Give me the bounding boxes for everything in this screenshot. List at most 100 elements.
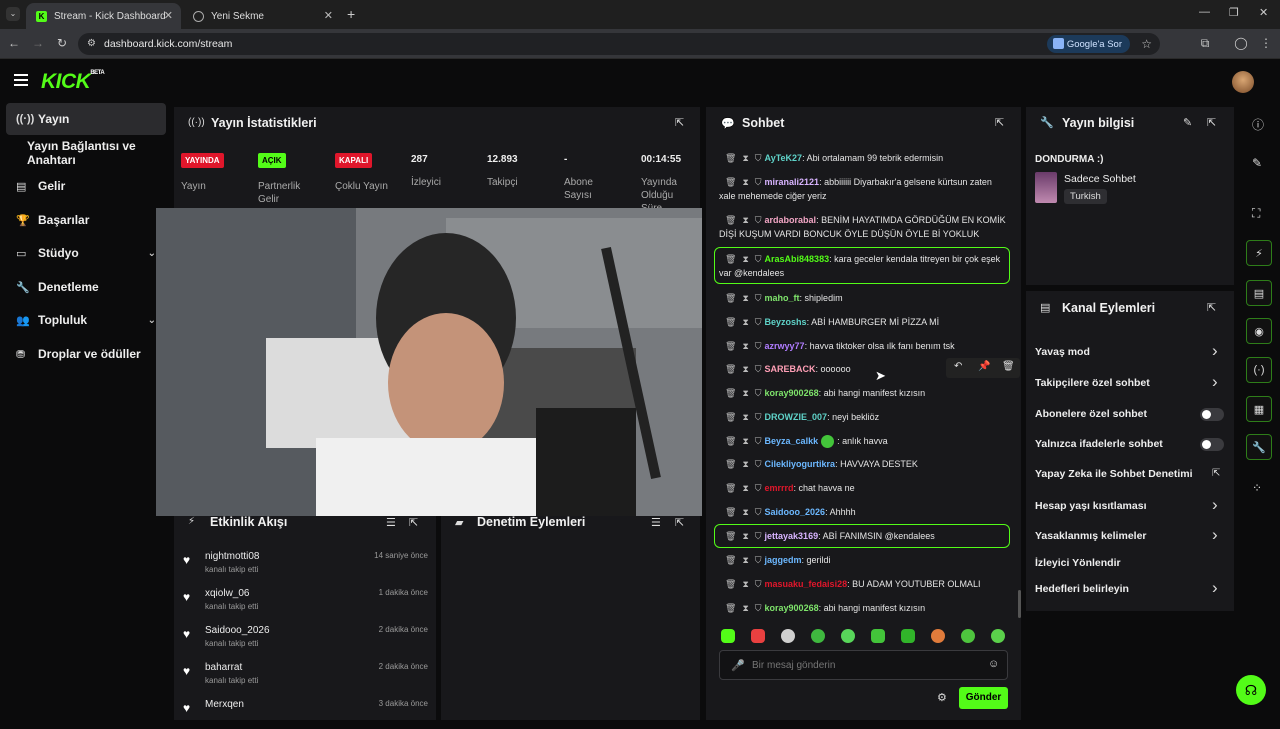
activity-username[interactable]: nightmotti08 (205, 551, 259, 562)
channel-action-label[interactable]: Hesap yaşı kısıtlaması (1035, 500, 1147, 512)
google-ask-button[interactable]: Google'a Sor (1046, 35, 1130, 53)
sidebar-item-gelir[interactable]: ▤ Gelir (6, 170, 166, 202)
ban-shield-icon[interactable]: ⛉ (755, 459, 762, 469)
timeout-icon[interactable]: ⧗ (742, 483, 748, 493)
chat-message[interactable]: 🗑 ⧗ ⛉ azrwyy77: havva tiktoker olsa ılk fan… (719, 339, 1009, 353)
emote-icon[interactable] (811, 629, 825, 643)
chat-username[interactable]: DROWZIE_007 (765, 412, 828, 422)
timeout-icon[interactable]: ⧗ (742, 254, 748, 264)
rail-broadcast-button[interactable]: (·) (1246, 357, 1272, 383)
channel-action-label[interactable]: Yapay Zeka ile Sohbet Denetimi (1035, 468, 1193, 480)
chat-username[interactable]: maho_ft (765, 293, 800, 303)
chat-message[interactable]: 🗑 ⧗ ⛉ maho_ft: shipledim (719, 291, 1009, 305)
info-icon[interactable]: ⓘ (1252, 116, 1264, 133)
delete-icon[interactable]: 🗑 (1002, 361, 1015, 372)
delete-message-icon[interactable]: 🗑 (725, 507, 736, 517)
popout-icon[interactable]: ⇱ (675, 516, 684, 529)
chat-username[interactable]: Beyzoshs (765, 317, 807, 327)
edit-pencil-icon[interactable]: ✎ (1252, 156, 1262, 170)
ban-shield-icon[interactable]: ⛉ (755, 293, 762, 303)
profile-icon[interactable]: ◯ (1233, 36, 1249, 50)
chat-message[interactable]: 🗑 ⧗ ⛉ koray900268: abi hangi manifest kızıs… (719, 386, 1009, 400)
chat-message-input[interactable] (752, 657, 972, 673)
address-bar[interactable]: ⚙ dashboard.kick.com/stream Google'a Sor… (78, 33, 1160, 55)
timeout-icon[interactable]: ⧗ (742, 293, 748, 303)
delete-message-icon[interactable]: 🗑 (725, 215, 736, 225)
timeout-icon[interactable]: ⧗ (742, 412, 748, 422)
rail-layout-button[interactable]: ▦ (1246, 396, 1272, 422)
support-headset-icon[interactable]: ☊ (1236, 675, 1266, 705)
ban-shield-icon[interactable]: ⛉ (755, 507, 762, 517)
chevron-right-icon[interactable]: › (1212, 342, 1218, 359)
forward-icon[interactable]: → (30, 36, 46, 50)
edit-pencil-icon[interactable]: ✎ (1183, 116, 1192, 129)
timeout-icon[interactable]: ⧗ (742, 317, 748, 327)
toggle-switch[interactable] (1200, 408, 1224, 421)
sidebar-item-basarilar[interactable]: 🏆 Başarılar (6, 204, 166, 236)
timeout-icon[interactable]: ⧗ (742, 436, 748, 446)
delete-message-icon[interactable]: 🗑 (725, 153, 736, 163)
chat-message[interactable]: 🗑 ⧗ ⛉ miranali2121: abbiiiiii Diyarbakır'a … (719, 175, 1009, 203)
timeout-icon[interactable]: ⧗ (742, 603, 748, 613)
activity-username[interactable]: Saidooo_2026 (205, 625, 270, 636)
timeout-icon[interactable]: ⧗ (742, 579, 748, 589)
rail-chat-button[interactable]: ◉ (1246, 318, 1272, 344)
delete-message-icon[interactable]: 🗑 (725, 293, 736, 303)
chat-username[interactable]: jaggedm (765, 555, 802, 565)
channel-action-label[interactable]: İzleyici Yönlendir (1035, 557, 1121, 569)
chat-username[interactable]: jettayak3169 (765, 531, 819, 541)
kick-logo[interactable]: KICKBETA (41, 70, 105, 94)
timeout-icon[interactable]: ⧗ (742, 507, 748, 517)
chevron-right-icon[interactable]: › (1212, 373, 1218, 390)
extensions-icon[interactable]: ⧉ (1197, 36, 1213, 51)
rail-wrench-button[interactable]: 🔧 (1246, 434, 1272, 460)
ban-shield-icon[interactable]: ⛉ (755, 177, 762, 187)
timeout-icon[interactable]: ⧗ (742, 341, 748, 351)
emote-icon[interactable] (991, 629, 1005, 643)
chat-username[interactable]: Beyza_calkk (765, 436, 819, 446)
chat-username[interactable]: azrwyy77 (765, 341, 805, 351)
emote-icon[interactable] (961, 629, 975, 643)
channel-action-label[interactable]: Yasaklanmış kelimeler (1035, 530, 1147, 542)
apps-icon[interactable]: ⁘ (1252, 481, 1262, 495)
chevron-right-icon[interactable]: › (1212, 496, 1218, 513)
chat-input-box[interactable]: 🎤 ☺ (719, 650, 1008, 680)
delete-message-icon[interactable]: 🗑 (725, 459, 736, 469)
ban-shield-icon[interactable]: ⛉ (755, 436, 762, 446)
emote-icon[interactable] (901, 629, 915, 643)
ban-shield-icon[interactable]: ⛉ (755, 579, 762, 589)
chat-username[interactable]: Cilekliyogurtikra (765, 459, 836, 469)
emote-icon[interactable] (931, 629, 945, 643)
hamburger-menu-icon[interactable] (14, 74, 28, 86)
delete-message-icon[interactable]: 🗑 (725, 531, 736, 541)
ban-shield-icon[interactable]: ⛉ (755, 388, 762, 398)
chat-message[interactable]: 🗑 ⧗ ⛉ Beyzoshs: ABİ HAMBURGER Mİ PİZZA Mİ (719, 315, 1009, 329)
new-tab-plus-icon[interactable]: + (347, 6, 355, 22)
sidebar-item-yayin[interactable]: ((·)) Yayın (6, 103, 166, 135)
site-info-icon[interactable]: ⚙ (87, 38, 96, 49)
delete-message-icon[interactable]: 🗑 (725, 555, 736, 565)
activity-username[interactable]: Merxqen (205, 699, 244, 710)
chat-message[interactable]: 🗑 ⧗ ⛉ jaggedm: gerildi (719, 553, 1009, 567)
chat-username[interactable]: AyTeK27 (765, 153, 803, 163)
timeout-icon[interactable]: ⧗ (742, 364, 748, 374)
channel-action-label[interactable]: Takipçilere özel sohbet (1035, 377, 1150, 389)
ban-shield-icon[interactable]: ⛉ (755, 483, 762, 493)
chat-settings-gear-icon[interactable]: ⚙ (937, 691, 947, 704)
popout-icon[interactable]: ⇱ (675, 116, 684, 129)
delete-message-icon[interactable]: 🗑 (725, 341, 736, 351)
ban-shield-icon[interactable]: ⛉ (755, 555, 762, 565)
tab-close-icon[interactable]: ✕ (324, 9, 333, 22)
emoji-picker-icon[interactable]: ☺ (988, 658, 999, 670)
ban-shield-icon[interactable]: ⛉ (755, 412, 762, 422)
chat-username[interactable]: masuaku_fedaisi28 (765, 579, 848, 589)
window-minimize-icon[interactable]: — (1199, 6, 1210, 18)
chat-username[interactable]: SAREBACK (765, 364, 816, 374)
ban-shield-icon[interactable]: ⛉ (755, 215, 762, 225)
chat-message[interactable]: 🗑 ⧗ ⛉ ardaborabal: BENİM HAYATIMDA GÖRDÜĞÜM… (719, 213, 1009, 241)
chat-message[interactable]: 🗑 ⧗ ⛉ AyTeK27: Abi ortalamam 99 tebrik eder… (719, 151, 1009, 165)
window-restore-icon[interactable]: ❐ (1229, 6, 1239, 19)
sidebar-item-topluluk[interactable]: 👥 Topluluk ⌄ (6, 304, 166, 336)
sidebar-item-droplar[interactable]: ⛃ Droplar ve ödüller (6, 338, 176, 370)
browser-menu-icon[interactable]: ⋮ (1258, 36, 1274, 50)
